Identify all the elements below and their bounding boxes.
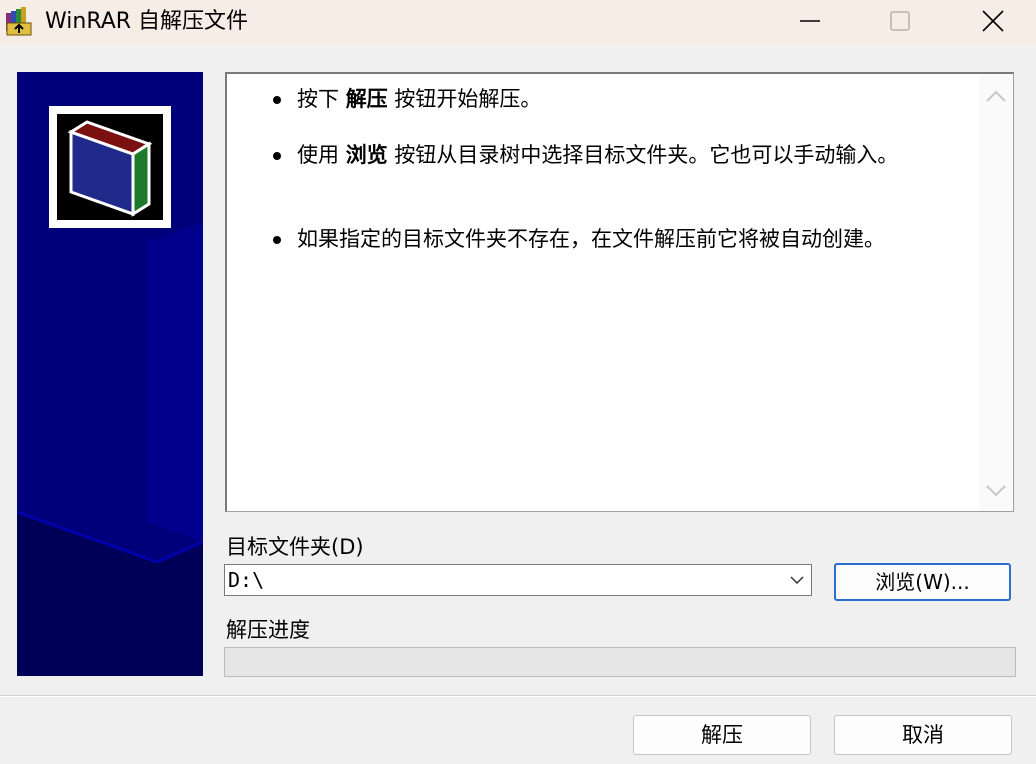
chevron-down-icon[interactable]	[789, 574, 805, 586]
side-graphic-panel	[17, 72, 203, 676]
browse-button[interactable]: 浏览(W)...	[834, 563, 1011, 601]
maximize-icon	[890, 11, 910, 31]
instruction-text: 如果指定的目标文件夹不存在，在文件解压前它将被自动创建。	[297, 227, 885, 251]
instruction-item: 按下 解压 按钮开始解压。	[273, 85, 897, 113]
cancel-button[interactable]: 取消	[834, 715, 1012, 755]
book-icon	[67, 120, 153, 217]
window-title: WinRAR 自解压文件	[45, 9, 249, 34]
destination-folder-label: 目标文件夹(D)	[226, 535, 364, 559]
instruction-bold-text: 浏览	[345, 143, 388, 167]
close-button[interactable]	[946, 0, 1036, 45]
minimize-icon	[800, 20, 820, 22]
winrar-books-icon	[4, 5, 34, 37]
instruction-text: 按钮从目录树中选择目标文件夹。它也可以手动输入。	[387, 143, 899, 167]
bullet-icon	[273, 96, 281, 104]
instruction-text: 按下	[297, 87, 346, 111]
destination-folder-combobox[interactable]: D:\	[224, 564, 812, 596]
instruction-text: 使用	[297, 143, 346, 167]
info-text-box[interactable]: 按下 解压 按钮开始解压。 使用 浏览 按钮从目录树中选择目标文件夹。它也可以手…	[225, 72, 1014, 512]
destination-folder-value[interactable]: D:\	[228, 567, 264, 593]
vertical-scrollbar[interactable]	[979, 74, 1013, 511]
winrar-logo-frame	[49, 106, 171, 228]
extraction-progress-label: 解压进度	[226, 618, 310, 642]
instruction-item: 如果指定的目标文件夹不存在，在文件解压前它将被自动创建。	[273, 225, 977, 253]
footer-divider-highlight	[0, 696, 1036, 697]
instruction-item: 使用 浏览 按钮从目录树中选择目标文件夹。它也可以手动输入。	[273, 141, 952, 169]
close-icon	[982, 10, 1004, 32]
maximize-button[interactable]	[854, 0, 946, 45]
scroll-down-icon[interactable]	[985, 483, 1007, 499]
minimize-button[interactable]	[764, 0, 856, 45]
instruction-text: 按钮开始解压。	[387, 87, 542, 111]
instruction-bold-text: 解压	[345, 87, 388, 111]
bullet-icon	[273, 236, 281, 244]
title-bar: WinRAR 自解压文件	[0, 0, 1036, 45]
scroll-up-icon[interactable]	[985, 88, 1007, 104]
extract-button[interactable]: 解压	[633, 715, 811, 755]
bullet-icon	[273, 152, 281, 160]
extraction-progress-bar	[224, 647, 1016, 677]
